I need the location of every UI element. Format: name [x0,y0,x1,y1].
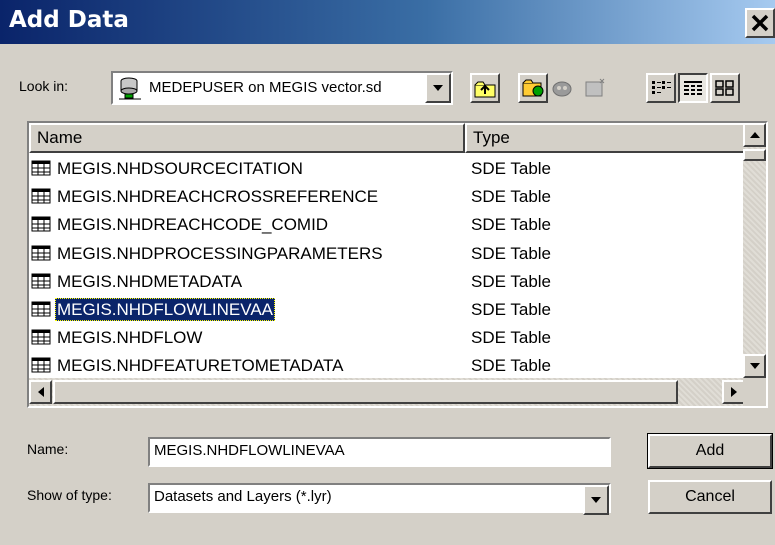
vertical-scrollbar[interactable] [743,123,766,378]
table-icon [31,216,51,237]
table-icon [31,160,51,181]
table-row[interactable]: MEGIS.NHDPROCESSINGPARAMETERS SDE Table [29,239,745,267]
row-type: SDE Table [471,271,552,291]
horizontal-scrollbar[interactable] [29,378,745,406]
table-row[interactable]: MEGIS.NHDSOURCECITATION SDE Table [29,154,745,182]
row-type: SDE Table [471,159,552,178]
name-label: Name: [27,441,69,457]
details-view-icon [684,81,702,95]
row-name: MEGIS.NHDMETADATA [57,271,243,291]
show-of-type-dropdown-button[interactable] [583,485,609,515]
column-header-type[interactable]: Type [465,123,745,153]
row-name: MEGIS.NHDREACHCODE_COMID [57,215,329,235]
connect-to-folder-button[interactable] [518,73,548,103]
name-field[interactable]: MEGIS.NHDFLOWLINEVAA [148,437,611,467]
title-bar: Add Data [0,0,775,44]
list-view-icon [652,81,671,94]
look-in-value: MEDEPUSER on MEGIS vector.sd [149,79,382,96]
table-icon [31,245,51,266]
list-header: Name Type [29,123,745,153]
scroll-left-button[interactable] [29,380,52,404]
chevron-down-icon [433,85,443,91]
show-of-type-label: Show of type: [27,487,112,503]
arrow-down-icon [749,363,760,369]
up-one-level-button[interactable] [470,73,500,103]
row-name: MEGIS.NHDFLOW [57,328,203,348]
table-row[interactable]: MEGIS.NHDREACHCROSSREFERENCE SDE Table [29,182,745,210]
row-name: MEGIS.NHDFEATURETOMETADATA [57,356,344,376]
table-icon [31,357,51,378]
scroll-down-button[interactable] [743,354,766,378]
arrow-left-icon [37,387,44,397]
table-icon [31,188,51,209]
look-in-combo[interactable]: MEDEPUSER on MEGIS vector.sd [111,71,453,105]
table-icon [31,273,51,294]
window-title: Add Data [9,7,129,33]
thumbnails-view-button[interactable] [710,73,740,103]
disconnect-folder-icon [552,81,572,97]
row-name: MEGIS.NHDSOURCECITATION [57,159,303,178]
horizontal-scroll-thumb[interactable] [53,380,678,404]
chevron-down-icon [591,497,601,503]
look-in-dropdown-button[interactable] [425,73,451,103]
folder-up-icon [474,81,496,98]
show-of-type-value: Datasets and Layers (*.lyr) [154,488,332,505]
arrow-up-icon [749,132,760,138]
table-icon [31,329,51,350]
thumbnails-view-icon [715,80,734,96]
connect-folder-icon [522,79,544,97]
list-view-button[interactable] [646,73,676,103]
table-row[interactable]: MEGIS.NHDFLOWLINEVAA SDE Table [29,295,745,323]
new-item-icon [585,78,605,97]
row-type: SDE Table [471,243,552,263]
table-row[interactable]: MEGIS.NHDREACHCODE_COMID SDE Table [29,210,745,238]
table-row[interactable]: MEGIS.NHDMETADATA SDE Table [29,267,745,295]
table-row[interactable]: MEGIS.NHDFLOW SDE Table [29,323,745,351]
row-name: MEGIS.NHDREACHCROSSREFERENCE [57,187,379,207]
row-type: SDE Table [471,215,552,235]
row-type: SDE Table [471,187,552,207]
scroll-up-button[interactable] [743,123,766,147]
file-list[interactable]: Name Type MEGIS.NHDSOURCECITATION SDE Tab… [27,121,768,408]
row-type: SDE Table [471,300,552,319]
table-icon [31,301,51,322]
column-header-name[interactable]: Name [29,123,465,153]
details-view-button[interactable] [678,73,708,103]
add-button[interactable]: Add [647,433,773,469]
show-of-type-select[interactable]: Datasets and Layers (*.lyr) [148,483,611,515]
cancel-button[interactable]: Cancel [648,480,772,514]
database-connection-icon [117,76,143,105]
scroll-right-button[interactable] [722,380,745,404]
look-in-label: Look in: [19,78,69,94]
row-name: MEGIS.NHDFLOWLINEVAA [55,298,275,321]
scrollbar-corner [743,378,766,406]
table-row[interactable]: MEGIS.NHDFEATURETOMETADATA SDE Table [29,351,745,379]
arrow-right-icon [730,387,737,397]
row-name: MEGIS.NHDPROCESSINGPARAMETERS [57,243,383,263]
disconnect-folder-button[interactable] [548,73,578,103]
row-type: SDE Table [471,356,552,376]
vertical-scroll-thumb[interactable] [743,149,766,161]
new-item-button[interactable] [580,73,610,103]
row-type: SDE Table [471,328,552,348]
close-button[interactable] [745,8,775,38]
close-icon [751,14,769,32]
